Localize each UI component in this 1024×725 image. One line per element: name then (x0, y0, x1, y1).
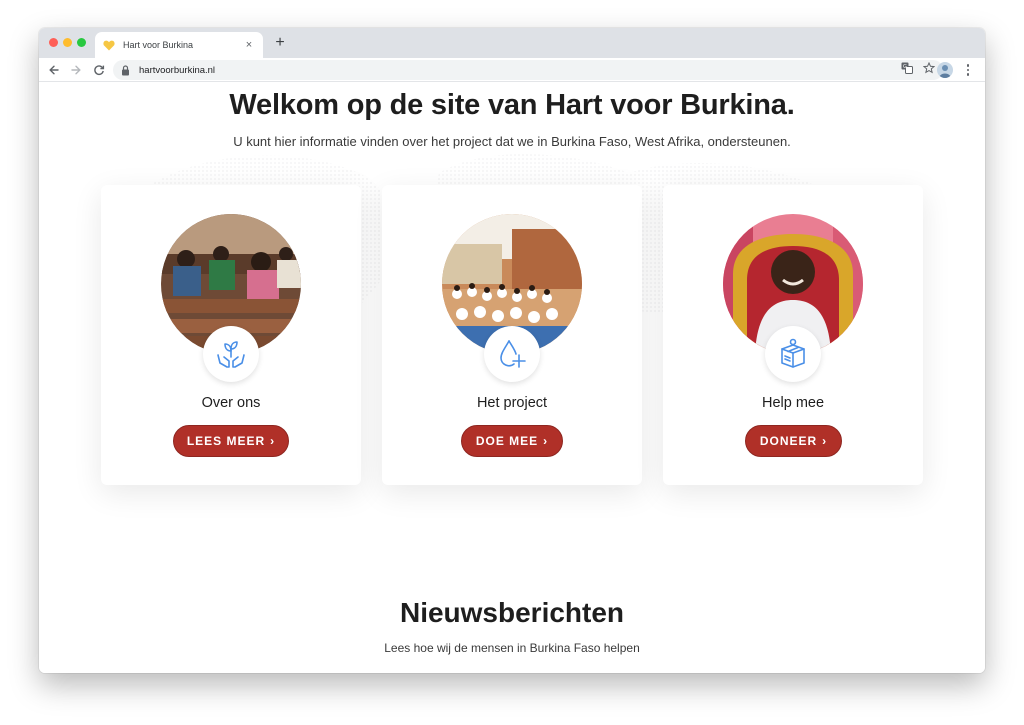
heart-favicon-icon (103, 39, 115, 51)
chevron-right-icon: › (543, 434, 549, 448)
card-het-project: Het project DOE MEE › (382, 185, 642, 485)
news-section-subtitle: Lees hoe wij de mensen in Burkina Faso h… (384, 641, 640, 655)
card-help-mee: Help mee DONEER › (663, 185, 923, 485)
screenshot-stage: Hart voor Burkina × + hartvoorburkina.nl (0, 0, 1024, 725)
page-content: Welkom op de site van Hart voor Burkina.… (39, 83, 985, 673)
translate-icon[interactable]: G (901, 61, 913, 79)
lees-meer-button[interactable]: LEES MEER › (173, 425, 289, 457)
doneer-button[interactable]: DONEER › (745, 425, 842, 457)
water-drop-plus-icon (484, 326, 540, 382)
chevron-right-icon: › (822, 434, 828, 448)
browser-tab[interactable]: Hart voor Burkina × (95, 32, 263, 58)
close-window-button[interactable] (49, 38, 58, 47)
lock-icon (121, 64, 131, 76)
doe-mee-button[interactable]: DOE MEE › (461, 425, 563, 457)
profile-avatar[interactable] (937, 62, 953, 78)
card-title: Over ons (201, 395, 261, 411)
forward-arrow-icon[interactable] (67, 61, 85, 79)
card-title: Help mee (761, 395, 825, 411)
tab-strip: Hart voor Burkina × + (39, 28, 985, 58)
minimize-window-button[interactable] (63, 38, 72, 47)
donation-box-icon (765, 326, 821, 382)
new-tab-button[interactable]: + (272, 34, 288, 52)
hands-plant-icon (203, 326, 259, 382)
page-title: Welkom op de site van Hart voor Burkina. (229, 89, 795, 121)
maximize-window-button[interactable] (77, 38, 86, 47)
kebab-menu-icon[interactable] (963, 62, 973, 78)
reload-icon[interactable] (90, 61, 108, 79)
bookmark-star-icon[interactable] (922, 61, 936, 79)
browser-window: Hart voor Burkina × + hartvoorburkina.nl (39, 28, 985, 673)
chevron-right-icon: › (270, 434, 276, 448)
url-text: hartvoorburkina.nl (139, 64, 216, 76)
svg-text:G: G (903, 64, 907, 70)
tab-close-icon[interactable]: × (243, 39, 255, 51)
address-bar[interactable]: hartvoorburkina.nl G (113, 60, 943, 80)
news-section-title: Nieuwsberichten (399, 597, 625, 628)
card-over-ons: Over ons LEES MEER › (101, 185, 361, 485)
browser-toolbar: hartvoorburkina.nl G (39, 58, 985, 82)
page-subtitle: U kunt hier informatie vinden over het p… (233, 134, 791, 149)
card-title: Het project (476, 395, 548, 411)
back-arrow-icon[interactable] (45, 61, 63, 79)
tab-title: Hart voor Burkina (123, 40, 194, 50)
